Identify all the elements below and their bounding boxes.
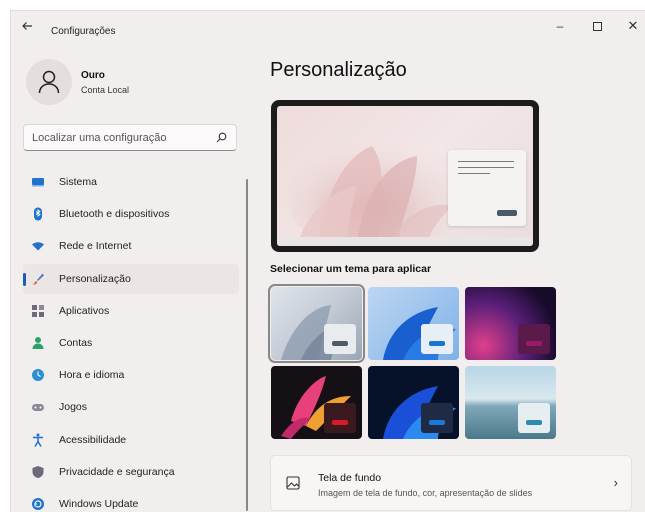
sidebar-item-acessibilidade[interactable]: Acessibilidade xyxy=(23,425,239,455)
active-indicator xyxy=(23,272,26,286)
themes-section-label: Selecionar um tema para aplicar xyxy=(270,263,432,275)
theme-mini-window xyxy=(421,324,453,354)
theme-blue-light[interactable] xyxy=(368,287,459,360)
preview-line xyxy=(458,167,514,168)
sidebar-item-sistema[interactable]: Sistema xyxy=(23,167,239,197)
arrow-left-icon xyxy=(22,22,32,30)
user-name: Ouro xyxy=(81,70,105,81)
theme-mini-window xyxy=(324,403,356,433)
preview-taskbar xyxy=(277,237,533,246)
sidebar-item-personalizacao[interactable]: Personalização xyxy=(23,263,239,294)
sidebar-item-bluetooth[interactable]: Bluetooth e dispositivos xyxy=(23,199,239,229)
shield-icon xyxy=(32,465,44,478)
maximize-icon xyxy=(592,22,602,32)
sidebar-item-label: Acessibilidade xyxy=(59,433,127,446)
sidebar-item-label: Contas xyxy=(59,336,93,349)
monitor-icon xyxy=(32,178,44,187)
theme-accent-bar xyxy=(332,341,348,346)
sidebar-item-label: Hora e idioma xyxy=(59,369,125,382)
chevron-right-icon: › xyxy=(613,475,618,490)
preview-window-sample xyxy=(448,150,526,226)
sidebar-item-label: Aplicativos xyxy=(59,304,110,317)
avatar[interactable] xyxy=(26,59,72,105)
sidebar-item-hora[interactable]: Hora e idioma xyxy=(23,360,239,390)
gamepad-icon xyxy=(32,404,44,412)
theme-accent-bar xyxy=(526,341,542,346)
theme-flower-dark[interactable] xyxy=(271,366,362,439)
theme-lake[interactable] xyxy=(465,366,556,439)
sidebar-item-label: Windows Update xyxy=(59,497,139,510)
search-input[interactable] xyxy=(32,130,212,146)
sidebar-nav: Sistema Bluetooth e dispositivos Rede e … xyxy=(23,167,239,512)
sidebar-item-privacidade[interactable]: Privacidade e segurança xyxy=(23,457,239,487)
theme-light-gray[interactable] xyxy=(268,284,365,363)
bluetooth-icon xyxy=(34,207,42,221)
theme-blue-dark[interactable] xyxy=(368,366,459,439)
globe-clock-icon xyxy=(32,369,44,382)
preview-accent-button xyxy=(497,210,517,216)
preview-line xyxy=(458,161,514,162)
minimize-button[interactable]: – xyxy=(543,15,577,37)
sidebar-item-jogos[interactable]: Jogos xyxy=(23,392,239,422)
account-type: Conta Local xyxy=(81,85,130,95)
preview-line xyxy=(458,173,490,174)
sidebar-item-label: Jogos xyxy=(59,401,88,414)
sidebar-item-label: Rede e Internet xyxy=(59,240,132,253)
accessibility-icon xyxy=(33,433,43,447)
theme-preview xyxy=(271,100,539,252)
theme-mini-window xyxy=(324,324,356,354)
page-title: Personalização xyxy=(270,59,407,81)
wallpaper-title: Tela de fundo xyxy=(318,472,382,484)
theme-purple-glow[interactable] xyxy=(465,287,556,360)
sidebar-item-label: Bluetooth e dispositivos xyxy=(59,208,170,221)
theme-accent-bar xyxy=(526,420,542,425)
title-bar: Configurações – ✕ xyxy=(11,11,645,43)
wallpaper-setting[interactable]: Tela de fundo Imagem de tela de fundo, c… xyxy=(270,455,632,511)
sidebar-item-label: Privacidade e segurança xyxy=(59,465,175,478)
theme-accent-bar xyxy=(429,420,445,425)
sidebar-item-label: Sistema xyxy=(59,176,97,188)
apps-icon xyxy=(32,304,44,317)
theme-mini-window xyxy=(421,403,453,433)
brush-icon xyxy=(33,273,44,285)
search-box[interactable] xyxy=(23,124,237,151)
image-icon xyxy=(286,476,300,490)
sidebar-item-contas[interactable]: Contas xyxy=(23,328,239,358)
maximize-button[interactable] xyxy=(580,15,614,37)
wifi-icon xyxy=(32,242,44,251)
wallpaper-description: Imagem de tela de fundo, cor, apresentaç… xyxy=(318,488,533,498)
theme-accent-bar xyxy=(429,341,445,346)
sidebar-item-windows-update[interactable]: Windows Update xyxy=(23,489,239,512)
sidebar-item-label: Personalização xyxy=(59,272,131,285)
sidebar-item-aplicativos[interactable]: Aplicativos xyxy=(23,296,239,326)
theme-mini-window xyxy=(518,324,550,354)
sidebar-item-rede[interactable]: Rede e Internet xyxy=(23,231,239,261)
settings-window: Configurações – ✕ Ouro Conta Local Siste… xyxy=(10,10,645,512)
sidebar-scrollbar[interactable] xyxy=(246,179,248,511)
theme-mini-window xyxy=(518,403,550,433)
person-icon xyxy=(38,70,60,94)
preview-screen xyxy=(277,106,533,246)
back-button[interactable] xyxy=(21,20,35,34)
close-button[interactable]: ✕ xyxy=(616,15,645,37)
update-icon xyxy=(32,497,44,510)
account-icon xyxy=(32,336,44,349)
theme-accent-bar xyxy=(332,420,348,425)
app-title: Configurações xyxy=(51,26,116,37)
search-icon[interactable] xyxy=(216,132,227,143)
